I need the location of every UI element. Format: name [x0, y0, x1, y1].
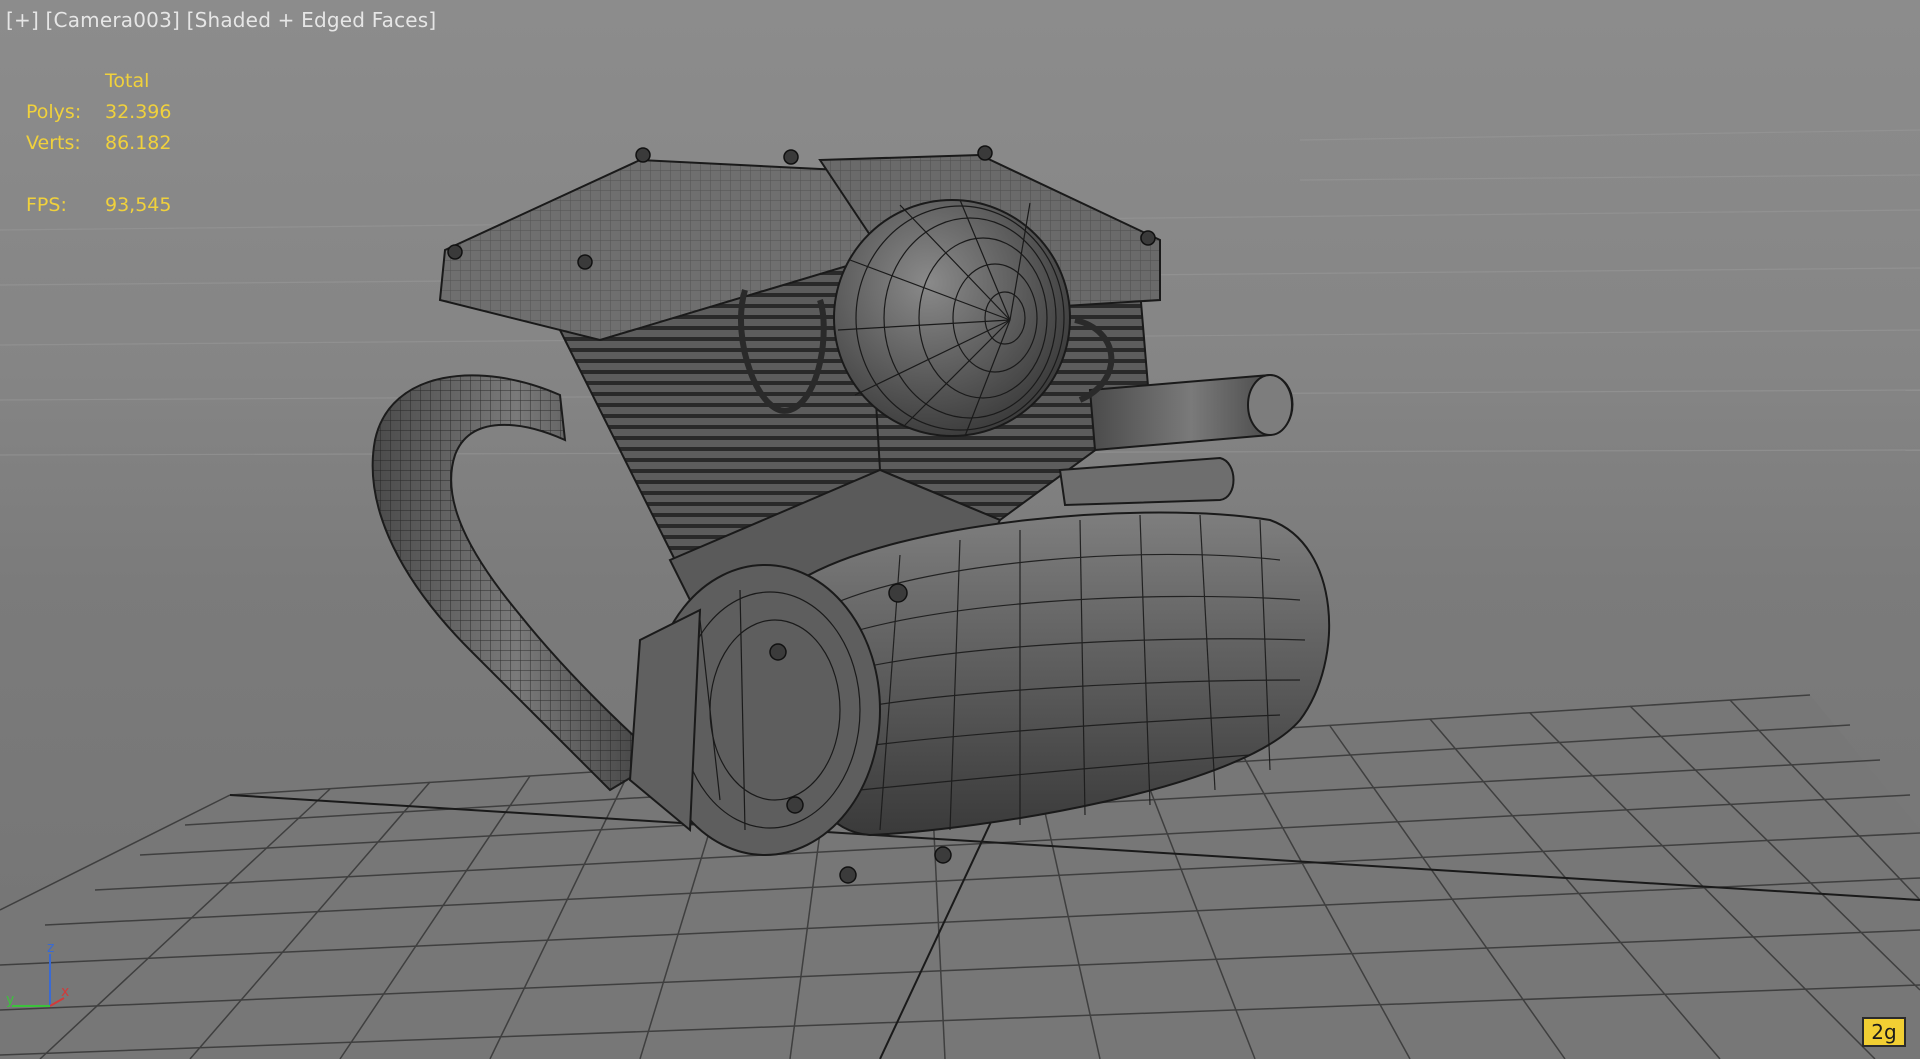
- axis-y-label: y: [6, 992, 14, 1008]
- polys-label: Polys:: [26, 101, 82, 123]
- axis-z-label: z: [47, 940, 54, 956]
- axis-tripod-icon: z x y: [6, 940, 69, 1008]
- viewport-shading-menu[interactable]: [Shaded + Edged Faces]: [187, 8, 437, 32]
- viewport-camera-menu[interactable]: [Camera003]: [46, 8, 180, 32]
- corner-badge[interactable]: 2g: [1862, 1017, 1906, 1047]
- fps-label: FPS:: [26, 194, 67, 216]
- stats-fps-row: FPS: 93,545: [26, 190, 171, 221]
- stats-header: Total: [105, 70, 150, 92]
- viewport-label-menu: [+] [Camera003] [Shaded + Edged Faces]: [6, 8, 436, 32]
- verts-label: Verts:: [26, 132, 81, 154]
- verts-value: 86.182: [105, 132, 172, 154]
- engine-model: [371, 145, 1331, 884]
- polys-value: 32.396: [105, 101, 172, 123]
- stats-verts-row: Verts: 86.182: [26, 128, 171, 159]
- statistics-overlay: Total Polys: 32.396 Verts: 86.182 FPS: 9…: [26, 66, 171, 221]
- 3d-viewport[interactable]: [+] [Camera003] [Shaded + Edged Faces] T…: [0, 0, 1920, 1059]
- viewport-plus-menu[interactable]: [+]: [6, 8, 39, 32]
- axis-x-label: x: [61, 984, 69, 1000]
- fps-value: 93,545: [105, 194, 172, 216]
- scene-canvas[interactable]: [0, 0, 1920, 1059]
- stats-polys-row: Polys: 32.396: [26, 97, 171, 128]
- air-cleaner: [833, 199, 1071, 437]
